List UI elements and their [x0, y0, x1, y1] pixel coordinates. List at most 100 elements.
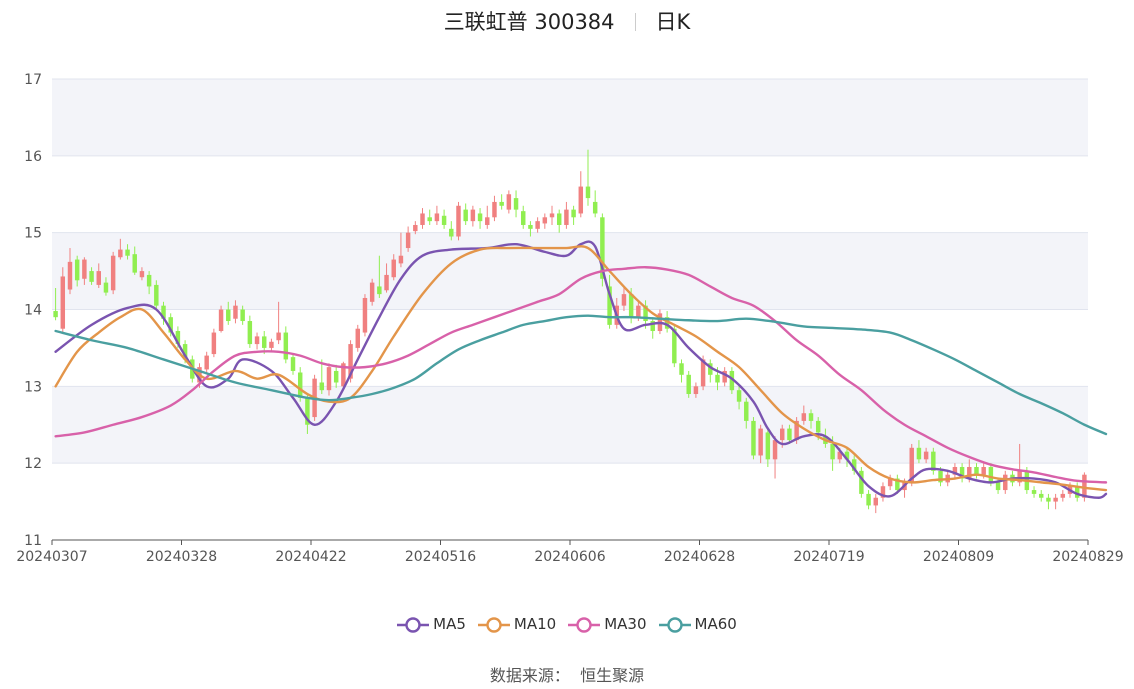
candle-down — [125, 249, 130, 256]
candle-down — [1046, 497, 1051, 502]
candle-down — [744, 401, 749, 421]
candle-down — [103, 282, 109, 293]
candle-up — [981, 467, 986, 475]
candle-down — [995, 482, 1001, 491]
candle-down — [628, 294, 634, 318]
candle-down — [988, 467, 994, 483]
candle-up — [398, 255, 404, 264]
candle-up — [873, 497, 878, 506]
candle-down — [715, 374, 720, 383]
x-tick-label: 20240307 — [16, 549, 87, 565]
candle-down — [499, 201, 504, 206]
y-tick-label: 11 — [24, 533, 42, 549]
candle-up — [420, 213, 425, 225]
x-tick-label: 20240829 — [1052, 549, 1123, 565]
legend-marker-icon — [568, 617, 601, 633]
legend-item-ma60[interactable]: MA60 — [658, 612, 737, 636]
candle-down — [592, 201, 598, 214]
candle-down — [1031, 490, 1037, 494]
grid-band — [52, 79, 1088, 156]
x-tick-label: 20240719 — [793, 549, 864, 565]
candle-down — [319, 382, 325, 391]
y-tick-label: 14 — [24, 303, 42, 319]
candle-down — [427, 217, 432, 222]
candle-up — [355, 328, 360, 348]
chart-legend: MA5 MA10 MA30 MA60 — [0, 612, 1134, 636]
candle-up — [60, 276, 66, 329]
candle-up — [549, 213, 555, 218]
candle-up — [1053, 497, 1058, 502]
candlestick-chart: 11 12 13 14 15 16 17 20240307 20240328 20240422 20… — [16, 72, 1123, 565]
candle-up — [110, 255, 116, 291]
candle-up — [369, 282, 375, 302]
candle-down — [477, 213, 483, 222]
candle-up — [772, 440, 778, 460]
data-source: 数据来源： 恒生聚源 — [0, 662, 1134, 686]
candle-up — [1060, 493, 1066, 498]
x-tick-label: 20240628 — [664, 549, 735, 565]
x-tick-label: 20240328 — [146, 549, 217, 565]
candle-up — [67, 261, 73, 290]
candle-down — [283, 332, 289, 360]
legend-item-ma30[interactable]: MA30 — [568, 612, 647, 636]
candle-up — [758, 428, 763, 456]
candle-down — [132, 254, 137, 273]
y-tick-label: 17 — [24, 72, 42, 88]
candle-down — [916, 447, 922, 460]
candle-up — [233, 305, 238, 319]
candle-down — [240, 309, 245, 322]
x-tick-label: 20240516 — [405, 549, 476, 565]
candle-up — [578, 186, 584, 214]
candle-down — [463, 209, 468, 222]
y-tick-label: 15 — [24, 226, 42, 242]
candle-down — [226, 309, 231, 322]
legend-marker-icon — [397, 617, 430, 633]
candle-down — [377, 286, 382, 295]
candle-down — [808, 413, 814, 421]
candle-down — [247, 321, 253, 345]
candle-up — [211, 332, 217, 355]
candle-down — [585, 186, 591, 199]
candle-up — [1003, 474, 1008, 491]
legend-label: MA10 — [513, 615, 557, 633]
x-tick-label: 20240606 — [534, 549, 605, 565]
candle-up — [506, 194, 512, 210]
candle-down — [74, 259, 80, 281]
candle-up — [139, 271, 145, 278]
candle-up — [384, 274, 389, 291]
x-tick-label: 20240422 — [275, 549, 346, 565]
candle-up — [564, 209, 569, 225]
candle-up — [801, 413, 807, 421]
candle-up — [269, 341, 274, 348]
legend-item-ma5[interactable]: MA5 — [397, 612, 466, 636]
x-tick-label: 20240809 — [923, 549, 994, 565]
candle-down — [146, 274, 152, 287]
candle-up — [96, 271, 101, 285]
candle-down — [751, 420, 756, 456]
legend-marker-icon — [477, 617, 510, 633]
candle-up — [326, 367, 332, 391]
candle-up — [276, 332, 281, 341]
candle-down — [571, 209, 576, 218]
candle-up — [254, 336, 260, 345]
candle-down — [765, 432, 771, 460]
candle-down — [513, 198, 519, 210]
legend-item-ma10[interactable]: MA10 — [477, 612, 557, 636]
candle-up — [1082, 474, 1087, 498]
candle-up — [362, 297, 368, 333]
candle-up — [434, 213, 440, 222]
grid-band — [52, 232, 1088, 310]
candle-up — [923, 451, 929, 460]
y-tick-label: 16 — [24, 149, 42, 165]
candle-down — [441, 215, 447, 225]
y-tick-label: 13 — [24, 379, 42, 395]
candle-up — [693, 386, 699, 395]
candle-up — [118, 249, 123, 258]
candle-up — [492, 201, 497, 218]
candle-down — [556, 213, 562, 225]
candle-down — [262, 336, 267, 348]
candle-up — [636, 305, 641, 318]
source-label: 数据来源： — [489, 666, 570, 685]
candle-up — [621, 294, 627, 306]
candle-up — [485, 217, 490, 225]
